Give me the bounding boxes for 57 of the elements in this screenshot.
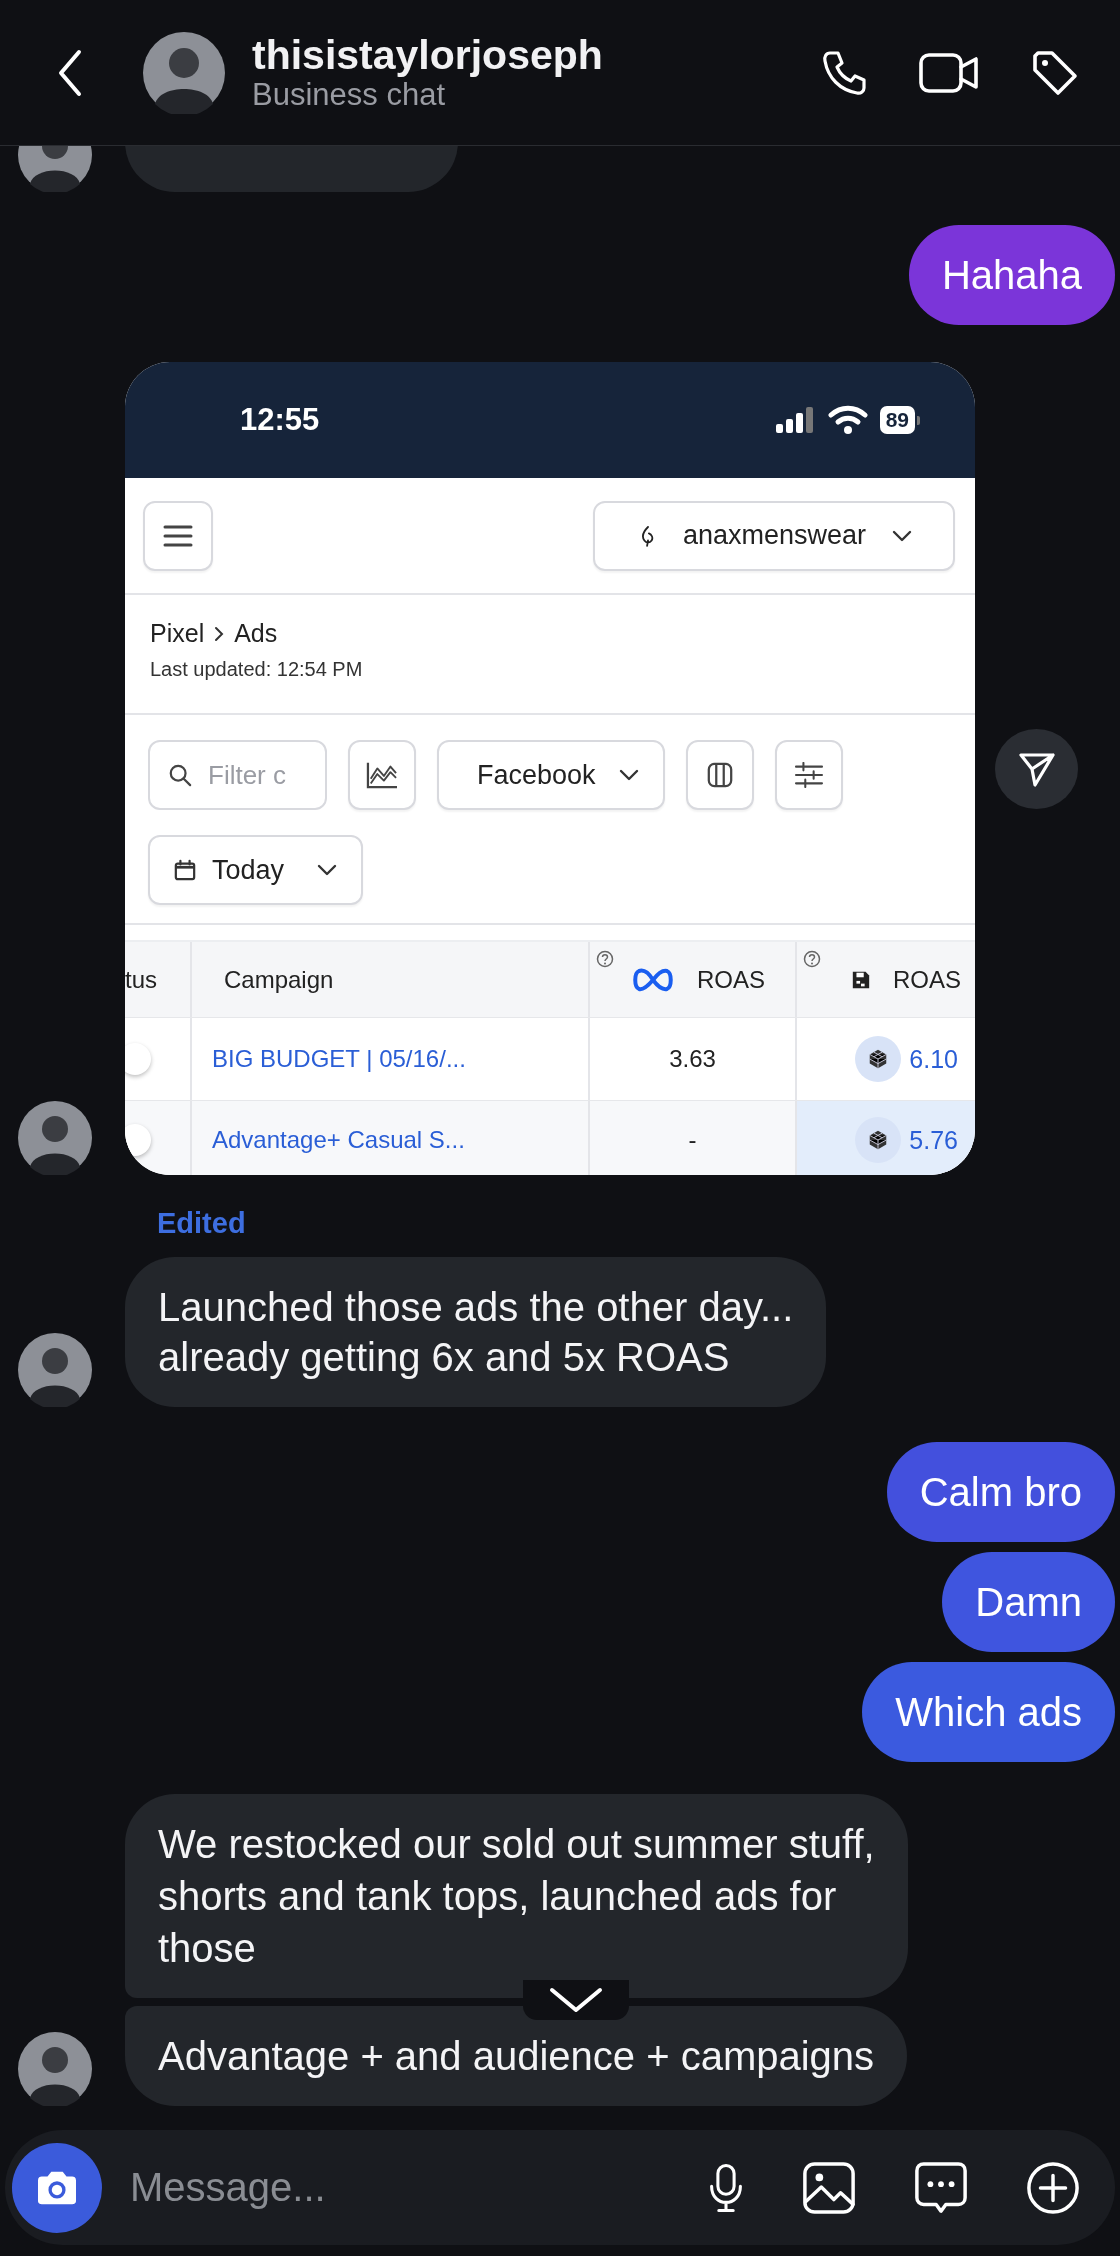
chevron-down-icon[interactable] bbox=[548, 1985, 604, 2015]
cube-icon bbox=[867, 1048, 890, 1070]
menu-icon[interactable] bbox=[162, 523, 194, 548]
battery-level: 89 bbox=[879, 406, 915, 434]
account-dropdown[interactable]: anaxmenswear bbox=[593, 500, 955, 571]
help-icon bbox=[803, 950, 821, 968]
calendar-icon bbox=[174, 859, 196, 881]
column-header[interactable]: ROAS bbox=[797, 942, 975, 1017]
edited-label: Edited bbox=[157, 1207, 246, 1240]
message-bubble: Launched those ads the other day... already getting 6x and 5x ROAS bbox=[125, 1257, 827, 1407]
message-bubble: We restocked our sold out summer stuff, shorts and tank tops, launched ads for those bbox=[125, 1794, 908, 1998]
wifi-icon bbox=[827, 405, 868, 435]
date-dropdown[interactable]: Today bbox=[148, 835, 363, 905]
message-bubble: Hahaha bbox=[908, 225, 1115, 325]
help-icon bbox=[596, 950, 614, 968]
campaign-link[interactable]: BIG BUDGET | 05/16/... bbox=[212, 1045, 466, 1073]
breadcrumb-link[interactable]: Pixel bbox=[150, 619, 205, 648]
roas-value: 5.76 bbox=[909, 1125, 958, 1155]
table-cell: - bbox=[688, 1126, 697, 1154]
microphone-icon[interactable] bbox=[708, 2161, 744, 2214]
toggle-knob[interactable] bbox=[125, 1124, 151, 1156]
message-bubble: Which ads bbox=[862, 1662, 1115, 1762]
table-cell: 3.63 bbox=[669, 1045, 716, 1073]
image-icon[interactable] bbox=[802, 2160, 856, 2215]
infinity-logo-icon bbox=[631, 966, 675, 993]
chevron-right-icon bbox=[214, 625, 225, 642]
signal-icon bbox=[775, 407, 816, 433]
message-bubble: Damn bbox=[942, 1552, 1115, 1652]
chat-bubble-icon[interactable] bbox=[914, 2160, 968, 2215]
battery-nub bbox=[917, 415, 920, 425]
caret-icon bbox=[892, 529, 913, 542]
toggle-knob[interactable] bbox=[125, 1043, 151, 1075]
message-bubble: Advantage + and audience + campaigns bbox=[125, 2006, 908, 2106]
last-updated-text: Last updated: 12:54 PM bbox=[150, 658, 364, 681]
chart-icon[interactable] bbox=[365, 760, 399, 790]
message-bubble: Calm bro bbox=[886, 1442, 1115, 1542]
add-icon[interactable] bbox=[1026, 2160, 1080, 2215]
cube-icon bbox=[867, 1129, 890, 1151]
column-header[interactable]: Campaign bbox=[192, 942, 590, 1017]
caret-icon bbox=[619, 769, 639, 781]
caret-icon bbox=[317, 864, 337, 876]
chat-subtitle: Business chat bbox=[252, 77, 445, 112]
column-header[interactable]: ROAS bbox=[590, 942, 797, 1017]
sliders-icon[interactable] bbox=[794, 762, 824, 788]
phone-icon[interactable] bbox=[820, 48, 868, 97]
search-icon bbox=[168, 763, 192, 787]
source-dropdown[interactable]: Facebook bbox=[437, 740, 665, 810]
column-header[interactable]: tus bbox=[125, 942, 192, 1017]
breadcrumb-link[interactable]: Ads bbox=[234, 619, 278, 648]
roas-value: 6.10 bbox=[909, 1044, 958, 1074]
filter-field[interactable]: Filter c bbox=[148, 740, 327, 810]
contact-name: thisistaylorjoseph bbox=[252, 33, 603, 76]
campaign-link[interactable]: Advantage+ Casual S... bbox=[212, 1126, 465, 1154]
avatar[interactable] bbox=[143, 31, 225, 114]
status-time: 12:55 bbox=[240, 402, 320, 438]
columns-icon[interactable] bbox=[706, 761, 734, 789]
message-field[interactable]: Message... bbox=[128, 2164, 708, 2211]
